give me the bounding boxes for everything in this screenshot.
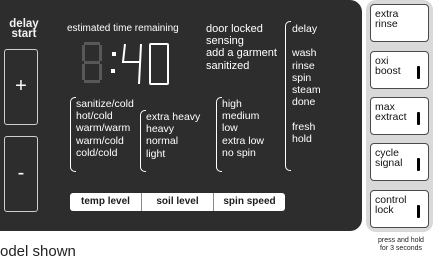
- control-lock-indicator: [417, 205, 420, 218]
- delay-start-line-2: start: [11, 28, 37, 40]
- soil-option-heavy: heavy: [146, 123, 175, 136]
- max-extract-indicator: [417, 112, 420, 125]
- oxi-boost-label: oxi boost: [375, 56, 401, 77]
- cycle-status-spacer-2: [292, 108, 321, 120]
- temp-option-cold-cold: cold/cold: [76, 146, 118, 159]
- delay-minus-button[interactable]: -: [4, 136, 38, 212]
- extra-rinse-label: extra rinse: [375, 9, 398, 30]
- cycle-status-rinse: rinse: [292, 59, 315, 72]
- spin-option-medium: medium: [222, 110, 260, 123]
- spin-option-high: high: [222, 98, 242, 110]
- time-colon: [111, 52, 116, 73]
- soil-level-options: extra heavy heavy normal light: [146, 111, 200, 160]
- spin-speed-button[interactable]: spin speed: [214, 193, 285, 211]
- spin-speed-options: high medium low extra low no spin: [222, 98, 264, 159]
- cycle-status-list: delay wash rinse spin steam done fresh h…: [292, 23, 321, 145]
- status-door-locked: door locked: [206, 23, 263, 35]
- temp-option-warm-warm: warm/warm: [76, 122, 131, 135]
- spin-option-extra-low: extra low: [222, 134, 265, 147]
- digit-zero: [149, 43, 169, 85]
- digit-ghost: [82, 42, 102, 83]
- status-messages: door locked sensing add a garment saniti…: [206, 23, 277, 72]
- cycle-status-bracket: [285, 21, 291, 171]
- cycle-status-delay: delay: [292, 23, 318, 35]
- control-lock-label: control lock: [375, 195, 407, 216]
- soil-option-light: light: [146, 147, 166, 160]
- delay-start-label: delay start: [6, 18, 42, 40]
- oxi-boost-indicator: [417, 66, 420, 79]
- cycle-status-steam: steam: [292, 83, 321, 96]
- max-extract-label: max extract: [375, 102, 407, 123]
- status-sanitized: sanitized: [206, 59, 250, 72]
- cycle-status-wash: wash: [292, 47, 317, 60]
- spin-option-no-spin: no spin: [222, 146, 256, 159]
- cycle-status-fresh: fresh: [292, 120, 316, 133]
- temp-option-warm-cold: warm/cold: [76, 134, 124, 147]
- temp-level-button[interactable]: temp level: [70, 193, 142, 211]
- temp-option-hot-cold: hot/cold: [76, 110, 113, 123]
- extra-rinse-line-2: rinse: [375, 18, 398, 30]
- delay-plus-button[interactable]: +: [4, 49, 38, 125]
- soil-option-normal: normal: [146, 135, 179, 148]
- time-display: [82, 42, 169, 85]
- cycle-signal-indicator: [417, 158, 420, 171]
- level-button-bar: temp level soil level spin speed: [70, 193, 285, 211]
- cycle-signal-line-2: signal: [375, 157, 403, 169]
- cycle-status-done: done: [292, 96, 316, 109]
- cycle-signal-label: cycle signal: [375, 148, 403, 169]
- control-panel: delay start + - estimated time remaining: [0, 0, 362, 231]
- press-hold-note: press and hold for 3 seconds: [370, 237, 432, 252]
- oxi-boost-line-2: boost: [375, 65, 401, 77]
- max-extract-button[interactable]: max extract: [370, 97, 429, 135]
- cycle-status-hold: hold: [292, 132, 312, 145]
- temp-option-sanitize-cold: sanitize/cold: [76, 98, 134, 110]
- status-sensing: sensing: [206, 35, 244, 48]
- cycle-signal-button[interactable]: cycle signal: [370, 143, 429, 181]
- temp-level-options: sanitize/cold hot/cold warm/warm warm/co…: [76, 98, 134, 159]
- cycle-status-spacer: [292, 35, 321, 47]
- spin-option-low: low: [222, 122, 238, 135]
- status-add-garment: add a garment: [206, 47, 277, 60]
- oxi-boost-button[interactable]: oxi boost: [370, 51, 429, 89]
- control-lock-line-2: lock: [375, 204, 394, 216]
- cycle-status-spin: spin: [292, 71, 312, 84]
- control-lock-button[interactable]: control lock: [370, 190, 429, 228]
- soil-level-button[interactable]: soil level: [142, 193, 214, 211]
- press-hold-line-1: press and hold: [378, 237, 424, 244]
- soil-option-extra-heavy: extra heavy: [146, 111, 201, 123]
- footer-caption: odel shown: [0, 243, 76, 260]
- digit-four: [121, 43, 142, 85]
- max-extract-line-2: extract: [375, 111, 407, 123]
- option-strip: extra rinse oxi boost max extract cycle …: [366, 0, 433, 232]
- estimated-time-label: estimated time remaining: [67, 23, 179, 34]
- press-hold-line-2: for 3 seconds: [379, 244, 423, 252]
- extra-rinse-button[interactable]: extra rinse: [370, 4, 429, 42]
- time-value: :40: [0, 0, 1, 1]
